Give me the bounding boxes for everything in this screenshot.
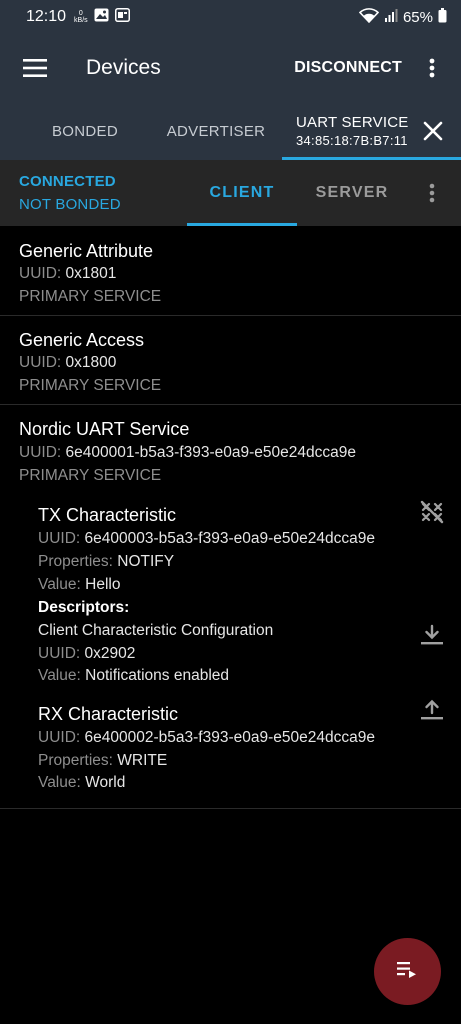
app-toolbar: Devices DISCONNECT (0, 34, 461, 102)
uuid-label: UUID: (38, 729, 81, 746)
download-icon[interactable] (417, 620, 447, 650)
gallery-icon (94, 8, 109, 27)
data-rate-indicator: 0 kB/s (74, 10, 88, 24)
characteristic-value: World (85, 774, 126, 791)
close-icon[interactable] (421, 119, 445, 143)
playlist-play-fab[interactable] (374, 938, 441, 1005)
more-vert-icon[interactable] (417, 34, 447, 102)
device-tabs: BONDED ADVERTISER UART SERVICE 34:85:18:… (0, 102, 461, 160)
tab-uart-title: UART SERVICE (296, 114, 409, 131)
uuid-label: UUID: (19, 265, 62, 282)
characteristic-value: Hello (85, 576, 121, 593)
disconnect-button[interactable]: DISCONNECT (294, 34, 402, 102)
descriptor-value: Notifications enabled (85, 667, 230, 684)
status-time: 12:10 (26, 8, 67, 25)
connection-header: CONNECTED NOT BONDED CLIENT SERVER (0, 160, 461, 226)
uuid-label: UUID: (38, 530, 81, 547)
battery-percent: 65% (402, 8, 433, 26)
more-vert-icon[interactable] (425, 160, 439, 226)
tab-uart-address: 34:85:18:7B:B7:11 (296, 133, 408, 148)
tab-server[interactable]: SERVER (297, 160, 407, 226)
status-left-icons: 0 kB/s (74, 7, 130, 27)
service-type: PRIMARY SERVICE (19, 288, 162, 305)
value-label: Value: (38, 774, 81, 791)
value-label: Value: (38, 576, 81, 593)
list-item[interactable]: Generic Access UUID: 0x1800 PRIMARY SERV… (0, 316, 461, 405)
battery-icon (438, 7, 447, 27)
descriptor-name: Client Characteristic Configuration (38, 622, 274, 639)
notifications-off-icon[interactable] (417, 497, 447, 527)
service-type: PRIMARY SERVICE (19, 467, 162, 484)
service-uuid: 0x1801 (65, 265, 117, 282)
connection-state: CONNECTED (19, 173, 116, 190)
hamburger-menu-icon[interactable] (0, 34, 70, 102)
service-uuid: 6e400001-b5a3-f393-e0a9-e50e24dcca9e (65, 444, 356, 461)
app-window-icon (114, 7, 130, 27)
service-name: Generic Access (19, 330, 145, 350)
characteristic-name: TX Characteristic (38, 505, 177, 525)
list-item[interactable]: Nordic UART Service UUID: 6e400001-b5a3-… (0, 405, 461, 809)
list-item[interactable]: Generic Attribute UUID: 0x1801 PRIMARY S… (0, 226, 461, 316)
descriptors-heading: Descriptors: (38, 599, 130, 616)
tab-bonded[interactable]: BONDED (30, 102, 140, 160)
uuid-label: UUID: (19, 354, 62, 371)
uuid-label: UUID: (19, 444, 62, 461)
tab-advertiser[interactable]: ADVERTISER (156, 102, 276, 160)
signal-icon (384, 8, 398, 26)
playlist-play-icon (396, 960, 419, 983)
upload-icon[interactable] (417, 695, 447, 725)
characteristic-properties: WRITE (117, 752, 168, 769)
service-name: Generic Attribute (19, 241, 154, 261)
characteristic-properties: NOTIFY (117, 553, 175, 570)
properties-label: Properties: (38, 752, 113, 769)
properties-label: Properties: (38, 553, 113, 570)
uuid-label: UUID: (38, 645, 81, 662)
status-bar: 12:10 0 kB/s 65% (0, 0, 461, 34)
service-type: PRIMARY SERVICE (19, 377, 162, 394)
value-label: Value: (38, 667, 81, 684)
tab-client[interactable]: CLIENT (187, 160, 297, 226)
characteristic-uuid: 6e400002-b5a3-f393-e0a9-e50e24dcca9e (84, 729, 375, 746)
wifi-icon (358, 7, 380, 27)
characteristic-uuid: 6e400003-b5a3-f393-e0a9-e50e24dcca9e (84, 530, 375, 547)
status-right: 65% (358, 7, 447, 27)
service-name: Nordic UART Service (19, 419, 190, 439)
service-uuid: 0x1800 (65, 354, 117, 371)
page-title: Devices (86, 56, 161, 79)
characteristic-name: RX Characteristic (38, 704, 179, 724)
bond-state: NOT BONDED (19, 196, 121, 213)
descriptor-uuid: 0x2902 (84, 645, 136, 662)
